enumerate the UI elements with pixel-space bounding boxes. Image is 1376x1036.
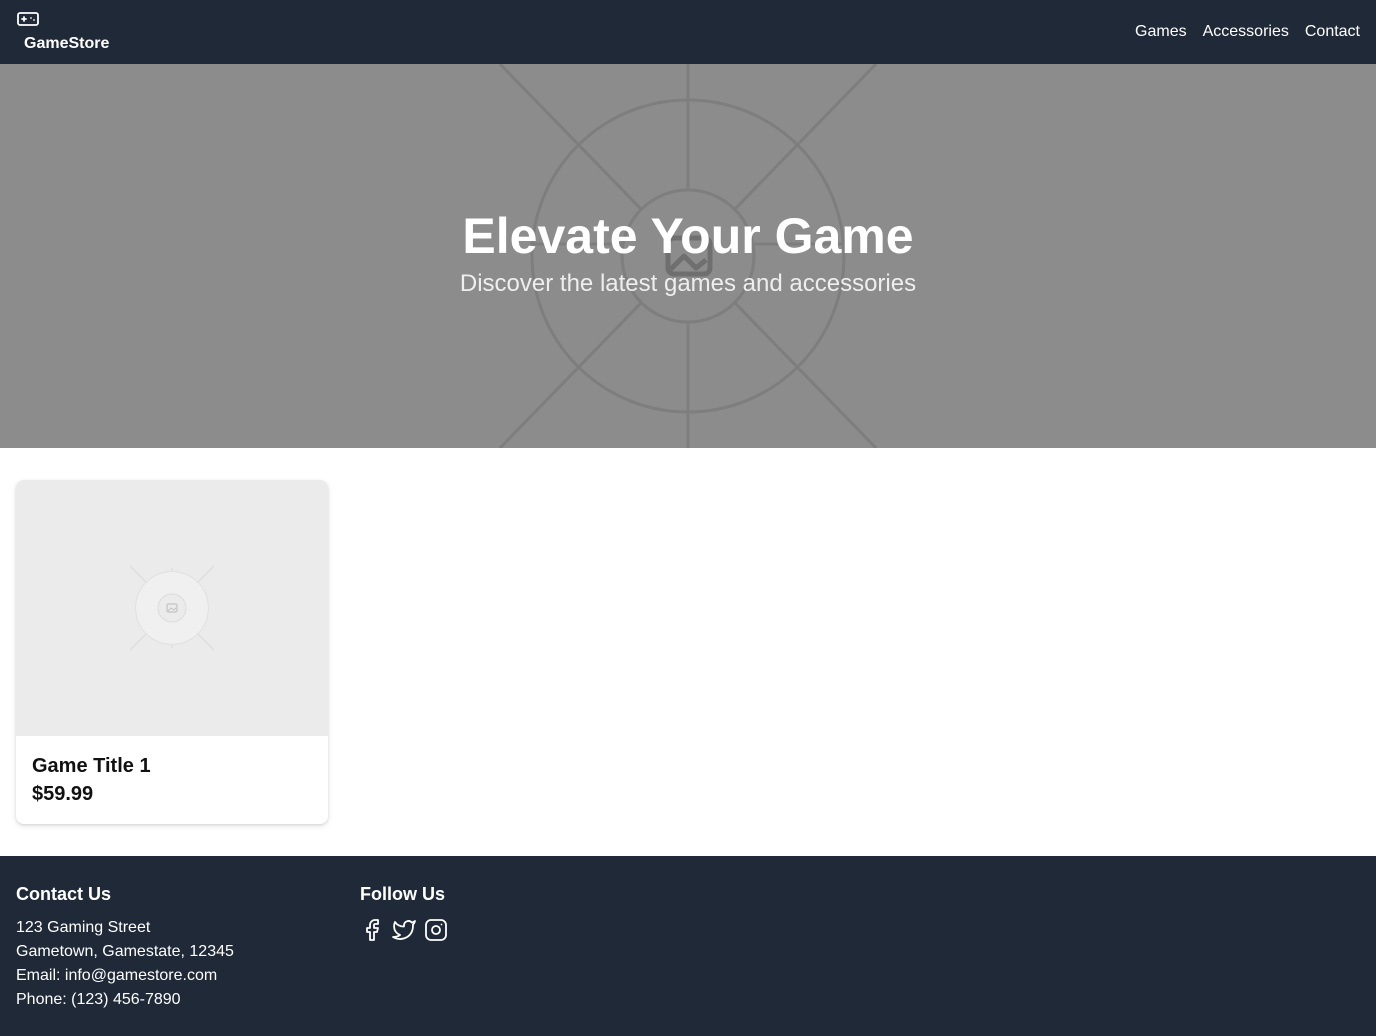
nav-contact[interactable]: Contact xyxy=(1305,22,1360,42)
gamepad-icon xyxy=(17,12,39,26)
product-card[interactable]: Game Title 1 $59.99 xyxy=(16,480,328,824)
hero-subtitle: Discover the latest games and accessorie… xyxy=(459,270,917,297)
instagram-icon xyxy=(425,919,447,941)
image-placeholder-icon xyxy=(129,565,215,651)
follow-heading: Follow Us xyxy=(360,884,445,904)
nav-games[interactable]: Games xyxy=(1135,22,1187,42)
product-title[interactable]: Game Title 1 xyxy=(32,754,151,778)
brand-name: GameStore xyxy=(24,35,110,52)
facebook-icon xyxy=(366,919,379,941)
product-price: $59.99 xyxy=(32,783,94,805)
phone-line: Phone: (123) 456-7890 xyxy=(16,991,181,1008)
address-line-2: Gametown, Gamestate, 12345 xyxy=(16,943,234,960)
nav-accessories[interactable]: Accessories xyxy=(1203,22,1289,42)
twitter-icon xyxy=(392,920,416,940)
address-line-1: 123 Gaming Street xyxy=(16,919,151,936)
instagram-link[interactable] xyxy=(424,918,448,942)
contact-heading: Contact Us xyxy=(16,884,112,904)
twitter-link[interactable] xyxy=(392,918,416,942)
product-image xyxy=(16,480,328,736)
email-line: Email: info@gamestore.com xyxy=(16,967,218,984)
hero-banner: Elevate Your Game Discover the latest ga… xyxy=(0,64,1376,448)
main-nav: Games Accessories Contact xyxy=(1135,22,1360,42)
hero-title: Elevate Your Game xyxy=(462,208,914,264)
footer: Contact Us 123 Gaming Street Gametown, G… xyxy=(0,856,1376,1036)
header: GameStore Games Accessories Contact xyxy=(0,0,1376,64)
facebook-link[interactable] xyxy=(360,918,384,942)
contact-info: 123 Gaming Street Gametown, Gamestate, 1… xyxy=(16,916,234,1012)
social-links xyxy=(360,918,448,942)
